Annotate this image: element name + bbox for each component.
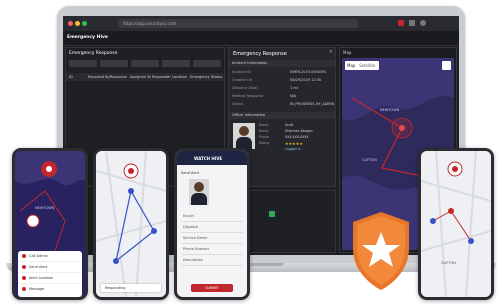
form-field-service[interactable]: Service Name (183, 236, 207, 240)
close-icon[interactable]: ✕ (329, 50, 333, 55)
phone2-status-bar: Responding (101, 284, 161, 292)
map-type-tabs: Map Satellite (345, 61, 379, 70)
address-bar[interactable]: https://app.securityco.com (118, 19, 358, 28)
field-value: 08/29/2019 12:30 (290, 78, 322, 82)
officer-info-header: Officer Information (229, 112, 335, 119)
officer-avatar (233, 123, 255, 149)
menu-icon[interactable] (409, 20, 415, 26)
maximize-dot[interactable] (82, 21, 87, 26)
fullscreen-icon[interactable] (442, 61, 451, 70)
col-status: Status (211, 74, 223, 79)
submit-button[interactable]: SUBMIT (191, 284, 233, 292)
field-value: EMER-2019-0000091 (290, 70, 327, 74)
field-label: Distance (Dist) (232, 86, 259, 90)
col-emergency: Emergency (190, 74, 210, 79)
form-field-escort[interactable]: Escort (183, 214, 194, 218)
map-header: Map (343, 50, 352, 55)
field-label: Incident ID (232, 70, 251, 74)
form-field-description[interactable]: Description (183, 258, 203, 262)
form-field-phone[interactable]: Phone Number (183, 247, 209, 251)
field-value: N/A (290, 94, 297, 98)
avatar-body (191, 193, 207, 205)
alert-filter[interactable] (131, 60, 159, 67)
field-label: Created On (232, 78, 252, 82)
map-label-clifton: CLIFTON (362, 158, 377, 162)
extension-icon[interactable] (398, 20, 404, 26)
incident-fields: Incident ID EMER-2019-0000091 Created On 0… (232, 70, 334, 110)
phone1-action-sheet: Call Admin Send Alert Alert Location Mes… (18, 251, 82, 297)
col-responder: Responder (152, 74, 171, 79)
field-label: Medical Response (232, 94, 264, 98)
phone1-place-label: NEWTOWN (35, 206, 55, 210)
alert-icon (22, 254, 26, 258)
map-pin-icon (22, 276, 26, 280)
phone-2: Responding (93, 148, 169, 300)
form-field-dispatch[interactable]: Dispatch (183, 225, 198, 229)
phone3-avatar (189, 179, 209, 205)
phone2-status: Responding (105, 286, 126, 290)
phone3-header: WATCH HIVE (177, 151, 247, 165)
message-icon (22, 287, 26, 291)
col-id: ID (69, 74, 73, 79)
end-date-filter[interactable] (162, 60, 190, 67)
close-dot[interactable] (68, 21, 73, 26)
incident-info-label: Incident Information (232, 61, 268, 65)
tab-satellite[interactable]: Satellite (359, 63, 375, 68)
rating-stars: ★★★★★ (285, 141, 303, 146)
phone3-form: Escort Dispatch Service Name Phone Numbe… (181, 211, 243, 266)
minimize-dot[interactable] (75, 21, 80, 26)
action-item[interactable]: Send Alert (29, 265, 47, 269)
list-title: Emergency Response (69, 51, 118, 56)
status-indicator (269, 211, 275, 217)
phone3-subheader: Send Alert (181, 171, 200, 175)
phone-4: CLIFTON (418, 148, 494, 300)
avatar-icon (239, 126, 249, 136)
detail-title: Emergency Response (233, 51, 287, 57)
select-filter[interactable] (69, 60, 97, 67)
map-label-newtown: NEWTOWN (380, 108, 400, 112)
phone-3: WATCH HIVE Send Alert Escort Dispatch Se… (174, 148, 250, 300)
avatar-icon[interactable] (420, 20, 426, 26)
field-value: 1 mi (290, 86, 298, 90)
field-value: XXX-XXX-XXXX (285, 135, 309, 139)
col-reported-by: Reported By (88, 74, 110, 79)
phone4-place-label: CLIFTON (441, 261, 456, 265)
shield-star-icon (353, 212, 409, 290)
field-value: Scott (285, 123, 294, 127)
avatar-icon (194, 182, 204, 192)
officer-fields: Name Scott Name Dharmen Keagan Phone XXX-XX… (259, 123, 333, 153)
field-label: Rating (259, 141, 270, 145)
start-date-filter[interactable] (100, 60, 128, 67)
table-header: ID Reported By Response Assigned To Resp… (66, 73, 224, 81)
field-label: Phone (259, 135, 269, 139)
phone4-map (421, 151, 491, 297)
action-item[interactable]: Call Admin (29, 254, 48, 258)
app-header: Emergency Hive (63, 31, 459, 46)
alert-icon (22, 265, 26, 269)
field-label: Name (259, 123, 269, 127)
officer-info-label: Officer Information (232, 113, 266, 117)
filter-row (69, 60, 223, 69)
tab-map[interactable]: Map (347, 63, 355, 68)
field-value: IN_PROGRESS_BY_ADMIN (290, 102, 335, 106)
action-item[interactable]: Message (29, 287, 44, 291)
search-input[interactable] (193, 60, 221, 67)
field-value: Dharmen Keagan (285, 129, 313, 133)
action-item[interactable]: Alert Location (29, 276, 53, 280)
field-label: Status (232, 102, 244, 106)
phone2-map (96, 151, 166, 297)
app-title: Emergency Hive (67, 35, 108, 40)
col-assigned: Assigned To (130, 74, 151, 79)
phone3-title: WATCH HIVE (194, 156, 223, 161)
browser-titlebar: https://app.securityco.com (63, 16, 459, 31)
col-response: Response (110, 74, 127, 79)
officer-status: Logged in (285, 147, 301, 151)
phone-1: NEWTOWN Call Admin Send Alert Alert Loca… (12, 148, 88, 300)
field-label: Name (259, 129, 269, 133)
incident-info-header: Incident Information (229, 60, 335, 67)
col-location: Location (172, 74, 187, 79)
